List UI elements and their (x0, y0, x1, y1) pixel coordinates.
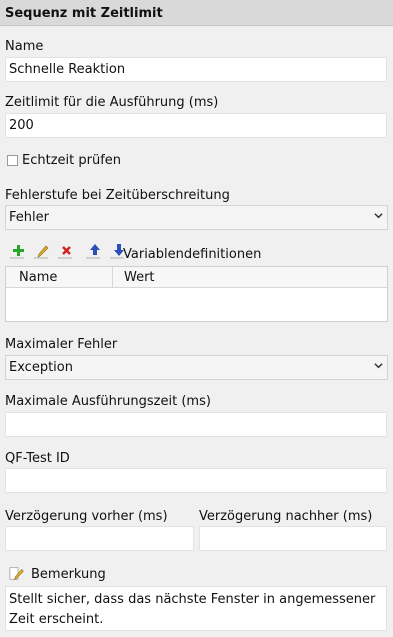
max-exec-time-label: Maximale Ausführungszeit (ms) (5, 394, 211, 409)
comment-label: Bemerkung (31, 567, 106, 582)
delete-icon[interactable] (56, 241, 76, 261)
move-up-icon[interactable] (84, 241, 104, 261)
comment-pencil-icon (9, 565, 27, 583)
variables-table[interactable]: Name Wert (5, 266, 388, 322)
edit-icon[interactable] (32, 241, 52, 261)
column-header-value[interactable]: Wert (124, 270, 155, 285)
chevron-down-icon (374, 363, 383, 369)
table-header: Name Wert (6, 267, 387, 288)
delay-after-label: Verzögerung nachher (ms) (199, 509, 373, 524)
column-header-name[interactable]: Name (19, 270, 57, 285)
column-separator (112, 267, 113, 288)
realtime-label: Echtzeit prüfen (22, 153, 122, 168)
delay-after-field[interactable] (199, 526, 387, 551)
panel-title: Sequenz mit Zeitlimit (0, 0, 393, 26)
timeout-label: Zeitlimit für die Ausführung (ms) (5, 95, 219, 110)
variables-label: Variablendefinitionen (123, 247, 262, 262)
add-icon[interactable] (8, 241, 28, 261)
max-exec-time-field[interactable] (5, 412, 387, 437)
error-level-label: Fehlerstufe bei Zeitüberschreitung (5, 188, 230, 203)
error-level-select[interactable]: Fehler (5, 205, 388, 230)
qftest-id-field[interactable] (5, 468, 387, 493)
timeout-field[interactable]: 200 (5, 113, 387, 138)
qftest-id-label: QF-Test ID (5, 451, 70, 466)
delay-before-label: Verzögerung vorher (ms) (5, 509, 168, 524)
chevron-down-icon (374, 213, 383, 219)
error-level-value: Fehler (9, 210, 49, 225)
name-label: Name (5, 39, 44, 54)
max-error-value: Exception (9, 360, 73, 375)
max-error-label: Maximaler Fehler (5, 337, 118, 352)
max-error-select[interactable]: Exception (5, 355, 388, 380)
realtime-checkbox[interactable] (7, 155, 18, 166)
delay-before-field[interactable] (5, 526, 194, 551)
comment-textarea[interactable]: Stellt sicher, dass das nächste Fenster … (5, 586, 387, 631)
name-field[interactable]: Schnelle Reaktion (5, 57, 387, 82)
